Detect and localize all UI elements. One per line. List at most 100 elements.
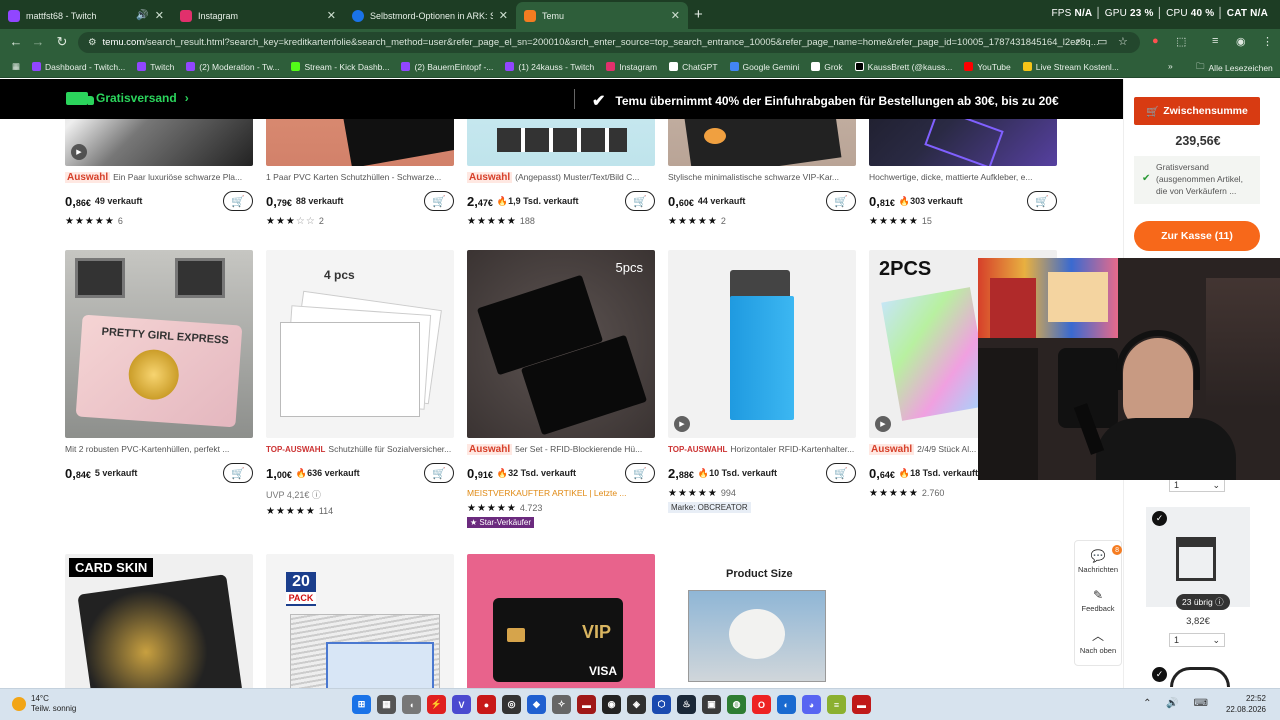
quantity-select[interactable]: 1 ⌄ xyxy=(1169,633,1225,647)
product-title[interactable]: Hochwertige, dicke, mattierte Aufkleber,… xyxy=(869,172,1057,183)
add-to-cart-button[interactable]: 🛒 xyxy=(826,191,856,211)
opera-icon[interactable]: O xyxy=(752,695,771,714)
tab-instagram[interactable]: Instagram ✕ xyxy=(172,2,344,29)
product-card[interactable]: PRETTY GIRL EXPRESS Mit 2 robusten PVC-K… xyxy=(65,250,253,483)
bookmark-item[interactable]: Google Gemini xyxy=(724,62,806,72)
add-to-cart-button[interactable]: 🛒 xyxy=(1027,191,1057,211)
bookmark-item[interactable]: YouTube xyxy=(958,62,1016,72)
add-to-cart-button[interactable]: 🛒 xyxy=(223,463,253,483)
product-title[interactable]: Auswahl Ein Paar luxuriöse schwarze Pla..… xyxy=(65,172,253,183)
site-info-icon[interactable]: ⚙ xyxy=(88,37,97,48)
product-card[interactable]: VIP VISA xyxy=(467,554,655,688)
bookmark-item[interactable]: KaussBrett (@kauss... xyxy=(849,62,959,72)
calculator-icon[interactable]: ▦ xyxy=(377,695,396,714)
product-image[interactable]: ▶ xyxy=(65,119,253,166)
add-to-cart-button[interactable]: 🛒 xyxy=(223,191,253,211)
item-selected-check[interactable]: ✓ xyxy=(1152,667,1167,682)
bookmark-item[interactable]: (1) 24kauss - Twitch xyxy=(499,62,600,72)
product-title[interactable]: Stylische minimalistische schwarze VIP-K… xyxy=(668,172,856,183)
product-card[interactable]: 4 pcs TOP-AUSWAHL Schutzhülle für Sozialv… xyxy=(266,250,454,517)
steam-icon[interactable]: ♨ xyxy=(677,695,696,714)
record-icon[interactable]: ● xyxy=(477,695,496,714)
bookmark-item[interactable]: ChatGPT xyxy=(663,62,723,72)
app-game-icon[interactable]: ▣ xyxy=(702,695,721,714)
weather-widget[interactable]: 14°C Teilw. sonnig xyxy=(12,694,76,714)
bookmark-star-icon[interactable]: ☆ xyxy=(1118,35,1128,48)
back-icon[interactable]: ← xyxy=(4,34,28,49)
back-to-top-button[interactable]: ︿ Nach oben xyxy=(1080,627,1116,655)
product-title[interactable]: Mit 2 robusten PVC-Kartenhüllen, perfekt… xyxy=(65,444,253,455)
product-card[interactable]: Stylische minimalistische schwarze VIP-K… xyxy=(668,119,856,227)
product-title[interactable]: 1 Paar PVC Karten Schutzhüllen - Schwarz… xyxy=(266,172,454,183)
add-to-cart-button[interactable]: 🛒 xyxy=(424,463,454,483)
app-v-icon[interactable]: V xyxy=(452,695,471,714)
extension-red-icon[interactable]: ● xyxy=(1152,35,1159,47)
url-field[interactable]: ⚙ temu.com/search_result.html?search_key… xyxy=(78,32,1140,53)
product-image[interactable]: PRETTY GIRL EXPRESS xyxy=(65,250,253,438)
chrome-icon[interactable]: ◍ xyxy=(727,695,746,714)
subtotal-button[interactable]: 🛒 Zwischensumme xyxy=(1134,97,1260,125)
bookmark-item[interactable]: Twitch xyxy=(131,62,180,72)
item-selected-check[interactable]: ✓ xyxy=(1152,511,1167,526)
product-image[interactable]: VIP VISA xyxy=(467,554,655,688)
bookmark-item[interactable]: (2) Moderation - Tw... xyxy=(180,62,285,72)
bookmark-item[interactable]: Instagram xyxy=(600,62,663,72)
product-title[interactable]: Auswahl 5er Set - RFID-Blockierende Hü... xyxy=(467,444,655,455)
reading-list-icon[interactable]: ≡ xyxy=(1212,35,1218,47)
bookmark-item[interactable]: Grok xyxy=(805,62,848,72)
product-card[interactable]: CARD SKIN xyxy=(65,554,253,688)
forward-icon[interactable]: → xyxy=(26,34,50,49)
tab-temu[interactable]: Temu ✕ xyxy=(516,2,688,29)
product-card[interactable]: Auswahl (Angepasst) Muster/Text/Bild C...… xyxy=(467,119,655,227)
product-image[interactable]: 5pcs xyxy=(467,250,655,438)
extensions-icon[interactable]: ⬚ xyxy=(1176,35,1186,48)
product-card[interactable]: ▶ Auswahl Ein Paar luxuriöse schwarze Pla… xyxy=(65,119,253,227)
close-icon[interactable]: ✕ xyxy=(499,9,508,22)
app-rounded-icon[interactable]: ◐ xyxy=(777,695,796,714)
new-tab-button[interactable]: + xyxy=(694,2,703,29)
info-icon[interactable]: ⓘ xyxy=(312,490,321,500)
clock[interactable]: 22:52 22.08.2026 xyxy=(1226,693,1266,715)
bookmark-item[interactable]: Live Stream Kostenl... xyxy=(1017,62,1125,72)
close-icon[interactable]: ✕ xyxy=(155,9,164,22)
bookmarks-more[interactable]: » xyxy=(1162,61,1179,71)
add-to-cart-button[interactable]: 🛒 xyxy=(625,191,655,211)
app-red3-icon[interactable]: ▬ xyxy=(852,695,871,714)
cart-item-image[interactable] xyxy=(1170,667,1230,687)
app-red-icon[interactable]: ⚡ xyxy=(427,695,446,714)
messages-button[interactable]: 💬 8 Nachrichten xyxy=(1078,545,1123,574)
obs-icon[interactable]: ◉ xyxy=(602,695,621,714)
tab-ark[interactable]: Selbstmord-Optionen in ARK: Su ✕ xyxy=(344,2,516,29)
system-tray[interactable]: ⌃ 🔊 ⌨ xyxy=(1143,698,1214,709)
start-icon[interactable]: ⊞ xyxy=(352,695,371,714)
product-image[interactable] xyxy=(869,119,1057,166)
bookmark-item[interactable]: Stream - Kick Dashb... xyxy=(285,62,395,72)
product-card[interactable]: Product Size xyxy=(668,554,856,688)
menu-icon[interactable]: ⋮ xyxy=(1262,35,1273,48)
app-red2-icon[interactable]: ▬ xyxy=(577,695,596,714)
quantity-select[interactable]: 1 ⌄ xyxy=(1169,478,1225,492)
play-icon[interactable]: ▶ xyxy=(674,416,690,432)
product-image[interactable]: Product Size xyxy=(668,554,856,688)
feedback-button[interactable]: ✎ Feedback xyxy=(1082,588,1115,613)
product-card[interactable]: 20 PACK xyxy=(266,554,454,688)
app-blue2-icon[interactable]: ⬡ xyxy=(652,695,671,714)
reload-icon[interactable]: ↻ xyxy=(50,34,74,50)
product-title[interactable]: Auswahl (Angepasst) Muster/Text/Bild C... xyxy=(467,172,655,183)
product-image[interactable] xyxy=(467,119,655,166)
bookmark-item[interactable]: (2) BauernEintopf -... xyxy=(395,62,499,72)
all-bookmarks[interactable]: 🗀 Alle Lesezeichen xyxy=(1190,61,1279,75)
cast-icon[interactable]: ▭ xyxy=(1097,35,1107,48)
discord-icon[interactable]: ◕ xyxy=(802,695,821,714)
tab-twitch[interactable]: mattfst68 - Twitch 🔊 ✕ xyxy=(0,2,172,29)
app-blue-icon[interactable]: ◆ xyxy=(527,695,546,714)
product-image[interactable] xyxy=(668,119,856,166)
product-image[interactable]: CARD SKIN xyxy=(65,554,253,688)
app-target-icon[interactable]: ◎ xyxy=(502,695,521,714)
product-image[interactable]: 4 pcs xyxy=(266,250,454,438)
play-icon[interactable]: ▶ xyxy=(71,144,87,160)
play-icon[interactable]: ▶ xyxy=(875,416,891,432)
add-to-cart-button[interactable]: 🛒 xyxy=(424,191,454,211)
product-card[interactable]: ▶ TOP-AUSWAHL Horizontaler RFID-Kartenhal… xyxy=(668,250,856,513)
profile-avatar[interactable]: ◉ xyxy=(1236,35,1246,48)
